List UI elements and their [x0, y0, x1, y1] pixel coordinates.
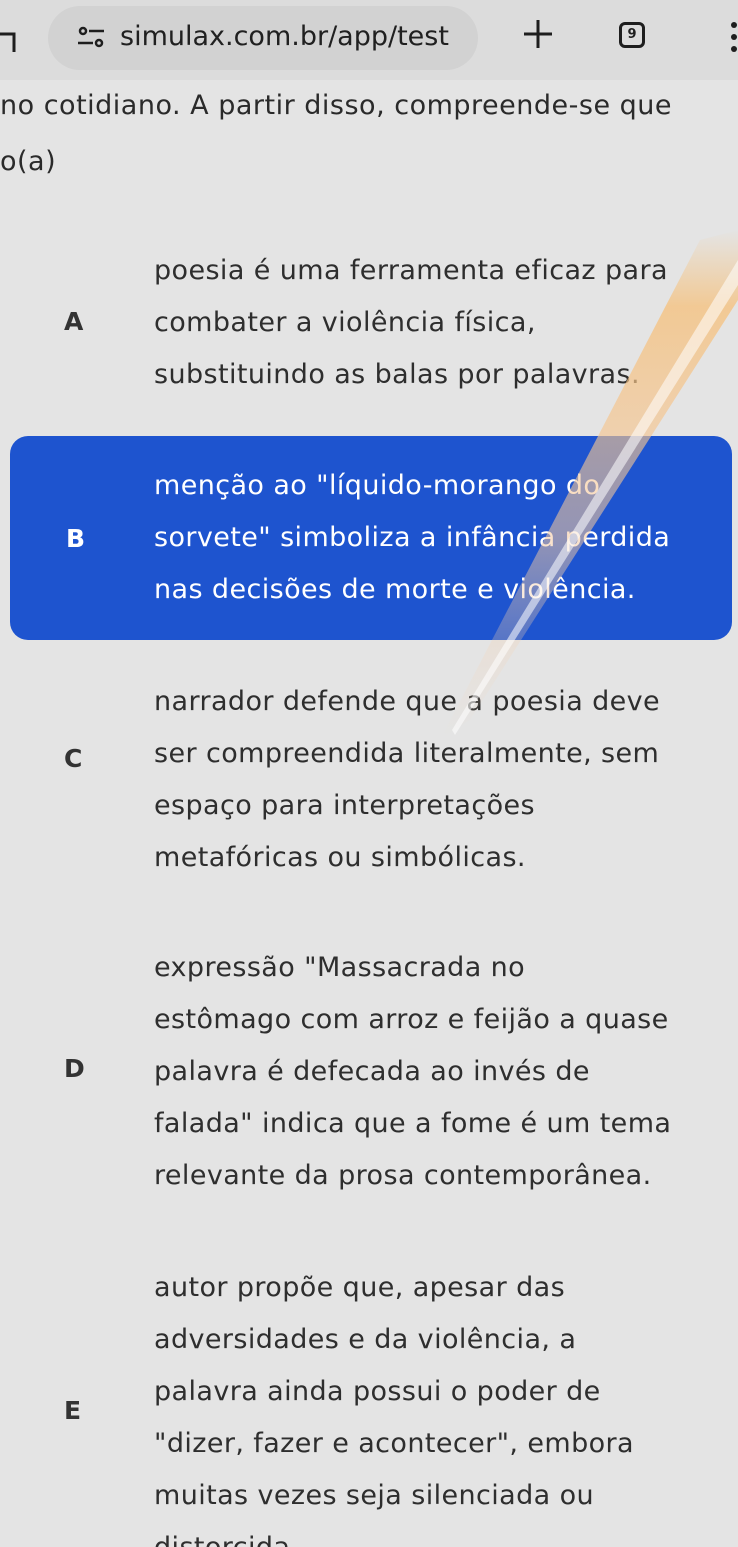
option-b[interactable]: B menção ao "líquido-morango do sorvete"… [10, 436, 732, 640]
option-text: poesia é uma ferramenta eficaz para comb… [154, 245, 724, 401]
question-line: o(a) [0, 146, 57, 177]
option-line: muitas vezes seja silenciada ou [154, 1480, 595, 1511]
option-letter: B [66, 524, 86, 553]
option-c[interactable]: C narrador defende que a poesia deve ser… [0, 676, 738, 886]
option-line: poesia é uma ferramenta eficaz para [154, 255, 668, 286]
option-line: nas decisões de morte e violência. [154, 574, 636, 605]
new-tab-plus-icon[interactable] [522, 18, 554, 50]
option-text: menção ao "líquido-morango do sorvete" s… [154, 460, 724, 616]
option-line: sorvete" simboliza a infância perdida [154, 522, 671, 553]
question-text: no cotidiano. A partir disso, compreende… [0, 78, 738, 190]
option-text: narrador defende que a poesia deve ser c… [154, 676, 724, 884]
option-line: expressão "Massacrada no [154, 952, 526, 983]
browser-toolbar: simulax.com.br/app/test 9 [0, 0, 738, 80]
question-line: no cotidiano. A partir disso, compreende… [0, 90, 673, 121]
option-line: narrador defende que a poesia deve [154, 686, 661, 717]
option-line: falada" indica que a fome é um tema [154, 1108, 672, 1139]
option-line: palavra é defecada ao invés de [154, 1056, 590, 1087]
option-letter: E [64, 1396, 82, 1425]
option-line: espaço para interpretações [154, 790, 535, 821]
option-text: autor propõe que, apesar das adversidade… [154, 1262, 724, 1547]
option-letter: C [64, 744, 83, 773]
option-a[interactable]: A poesia é uma ferramenta eficaz para co… [0, 245, 738, 415]
option-line: estômago com arroz e feijão a quase [154, 1004, 669, 1035]
option-line: ser compreendida literalmente, sem [154, 738, 660, 769]
option-text: expressão "Massacrada no estômago com ar… [154, 942, 724, 1202]
option-line: palavra ainda possui o poder de [154, 1376, 601, 1407]
site-settings-icon[interactable] [76, 26, 106, 50]
option-line: combater a violência física, [154, 307, 536, 338]
option-letter: A [64, 307, 84, 336]
url-text[interactable]: simulax.com.br/app/test [120, 21, 449, 52]
address-bar[interactable]: simulax.com.br/app/test [48, 6, 478, 70]
back-arrow-icon[interactable] [0, 26, 28, 54]
option-e[interactable]: E autor propõe que, apesar das adversida… [0, 1262, 738, 1547]
option-line: metafóricas ou simbólicas. [154, 842, 526, 873]
option-line: distorcida [154, 1522, 724, 1547]
tab-switcher-icon[interactable]: 9 [619, 22, 645, 48]
option-line: autor propõe que, apesar das [154, 1272, 566, 1303]
option-line: relevante da prosa contemporânea. [154, 1160, 652, 1191]
option-letter: D [64, 1054, 85, 1083]
option-line: substituindo as balas por palavras. [154, 359, 640, 390]
more-menu-icon[interactable] [728, 22, 738, 52]
option-d[interactable]: D expressão "Massacrada no estômago com … [0, 942, 738, 1202]
option-line: "dizer, fazer e acontecer", embora [154, 1428, 634, 1459]
option-line: adversidades e da violência, a [154, 1324, 577, 1355]
option-line: menção ao "líquido-morango do [154, 470, 601, 501]
